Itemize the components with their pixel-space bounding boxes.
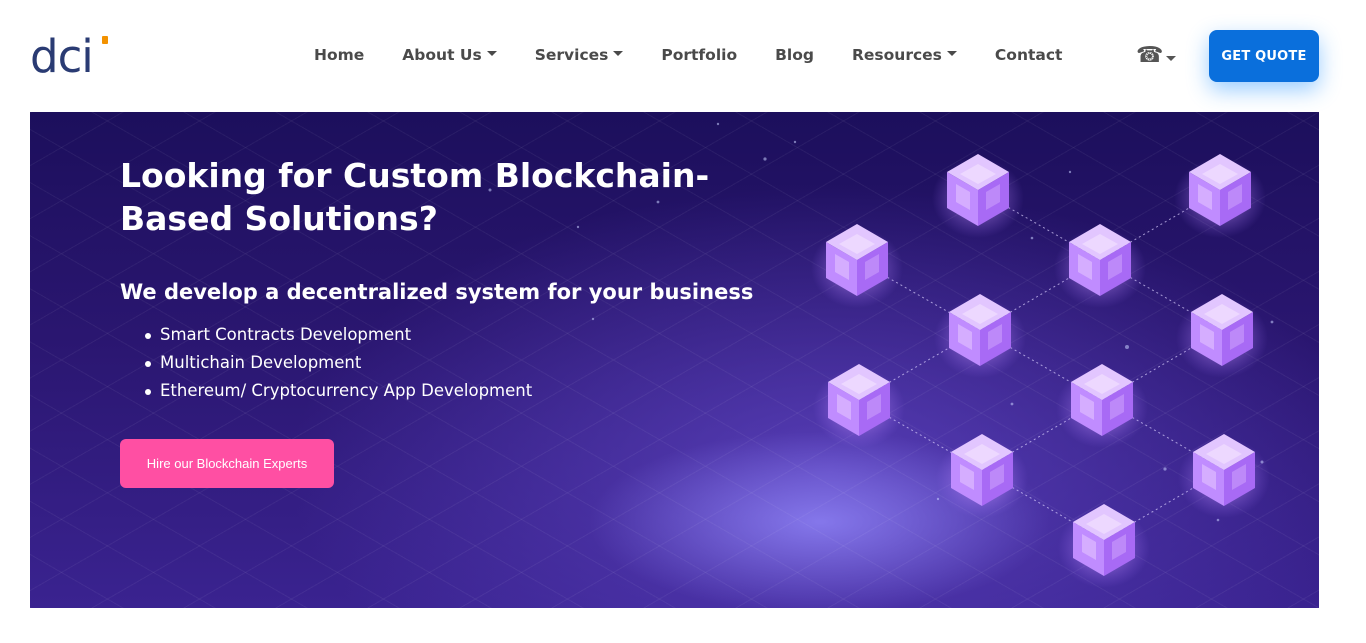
cube-icon: [1176, 294, 1268, 378]
cube-icon: [1058, 504, 1150, 588]
cube-icon: [1054, 224, 1146, 308]
hero-title: Looking for Custom Blockchain-Based Solu…: [120, 156, 710, 238]
hero-subtitle: We develop a decentralized system for yo…: [120, 280, 754, 304]
nav-item-label: Resources: [851, 46, 942, 64]
main-nav: Home About Us Services Portfolio Blog Re…: [314, 46, 1100, 64]
caret-down-icon: [486, 51, 497, 56]
nav-item-label: Portfolio: [661, 46, 738, 64]
cube-icon: [1056, 364, 1148, 448]
phone-icon: ☎: [1136, 43, 1164, 68]
cube-icon: [811, 224, 903, 308]
cube-icon: [934, 294, 1026, 378]
nav-item-home[interactable]: Home: [314, 46, 364, 64]
list-item: Ethereum/ Cryptocurrency App Development: [145, 377, 532, 405]
chain-links: [856, 189, 1225, 541]
nav-item-label: Blog: [775, 46, 814, 64]
caret-down-icon: [1166, 55, 1177, 61]
logo-text: dci: [30, 30, 94, 83]
cube-icon: [813, 364, 905, 448]
cube-icon: [1178, 434, 1270, 518]
hero-banner: Looking for Custom Blockchain-Based Solu…: [30, 112, 1319, 608]
nav-item-services[interactable]: Services: [535, 46, 624, 64]
nav-item-label: About Us: [402, 46, 482, 64]
phone-dropdown[interactable]: ☎: [1136, 43, 1177, 68]
nav-item-blog[interactable]: Blog: [775, 46, 814, 64]
hire-experts-button[interactable]: Hire our Blockchain Experts: [120, 439, 334, 488]
list-item: Smart Contracts Development: [145, 321, 532, 349]
nav-item-label: Services: [534, 46, 609, 64]
cube-icon: [932, 154, 1024, 238]
logo-accent-dot: [102, 36, 108, 44]
caret-down-icon: [946, 51, 957, 56]
nav-item-label: Contact: [994, 46, 1063, 64]
feature-list: Smart Contracts Development Multichain D…: [145, 321, 532, 405]
dci-logo[interactable]: dci: [30, 33, 112, 81]
blockchain-cubes: [811, 154, 1270, 588]
get-quote-button[interactable]: GET QUOTE: [1209, 30, 1319, 82]
cube-icon: [1174, 154, 1266, 238]
caret-down-icon: [613, 51, 624, 56]
cube-icon: [936, 434, 1028, 518]
nav-item-portfolio[interactable]: Portfolio: [661, 46, 737, 64]
nav-item-contact[interactable]: Contact: [995, 46, 1063, 64]
list-item: Multichain Development: [145, 349, 532, 377]
nav-item-resources[interactable]: Resources: [852, 46, 957, 64]
nav-item-about-us[interactable]: About Us: [402, 46, 497, 64]
nav-item-label: Home: [314, 46, 365, 64]
site-header: dci Home About Us Services Portfolio Blo…: [0, 0, 1366, 112]
